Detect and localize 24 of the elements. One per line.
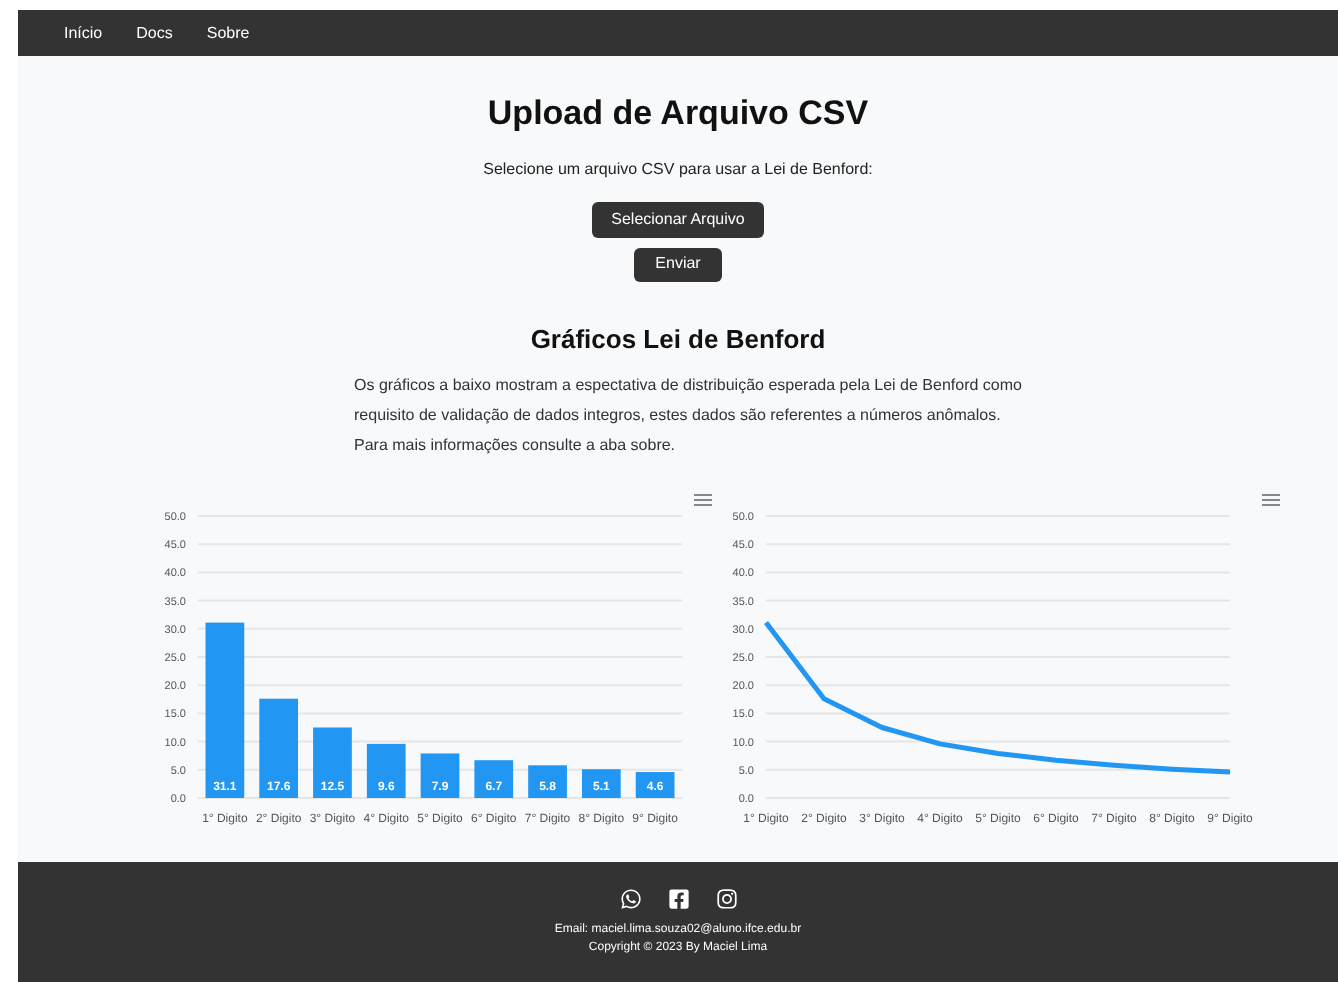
bar <box>635 772 675 798</box>
page-title: Upload de Arquivo CSV <box>487 92 869 136</box>
bar <box>474 760 514 798</box>
section-title: Gráficos Lei de Benford <box>530 321 826 357</box>
bar <box>259 698 299 798</box>
menu-icon[interactable] <box>1262 494 1280 506</box>
description-text: requisito de validação de dados integros, estes dados são referentes a números anômalos. <box>354 404 1003 426</box>
upload-instruction: Selecione um arquivo CSV para usar a Lei de Benford: <box>483 157 873 181</box>
menu-icon[interactable] <box>694 494 712 506</box>
bar <box>581 769 621 798</box>
select-file-button[interactable]: Selecionar Arquivo <box>591 201 765 237</box>
whatsapp-icon[interactable] <box>619 887 641 909</box>
submit-button[interactable]: Enviar <box>633 247 723 281</box>
description-text: Para mais informações consulte a aba sobre. <box>354 434 678 456</box>
nav-link[interactable]: Docs <box>136 21 173 45</box>
bar <box>528 765 567 798</box>
bar <box>366 743 406 798</box>
bar <box>420 753 460 798</box>
bar <box>313 727 352 798</box>
facebook-icon[interactable] <box>667 887 689 909</box>
description-text: Os gráficos a baixo mostram a espectativa de distribuição esperada pela Lei de Benford como <box>354 374 1022 396</box>
nav-link[interactable]: Sobre <box>206 21 250 45</box>
instagram-icon[interactable] <box>715 887 737 909</box>
nav-link[interactable]: Início <box>64 21 103 45</box>
